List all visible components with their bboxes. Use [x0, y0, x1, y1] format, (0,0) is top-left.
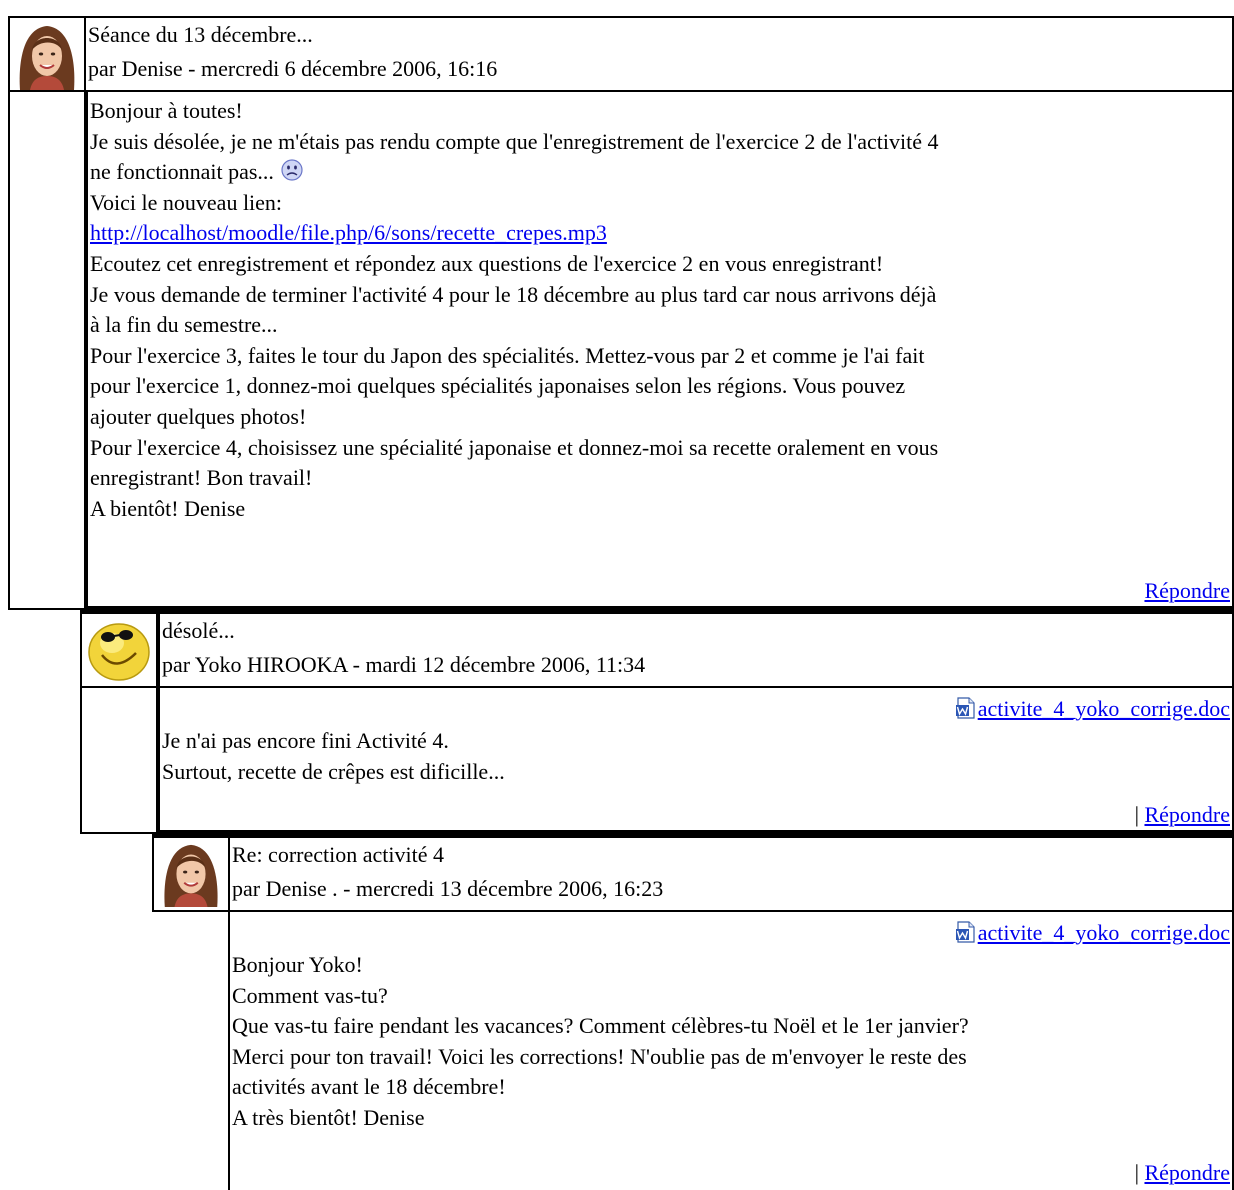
message-line: Je n'ai pas encore fini Activité 4. — [162, 728, 449, 753]
post-body: activite_4_yoko_corrige.doc Je n'ai pas … — [80, 688, 1234, 834]
post-author-line: par Denise - mercredi 6 décembre 2006, 1… — [88, 56, 498, 81]
avatar-cell — [152, 834, 228, 912]
post-commands: Répondre — [1144, 578, 1230, 604]
post-author-line: par Yoko HIROOKA - mardi 12 décembre 200… — [162, 652, 646, 677]
post-message: Bonjour Yoko! Comment vas-tu? Que vas-tu… — [232, 950, 1232, 1134]
attachment-link[interactable]: activite_4_yoko_corrige.doc — [978, 920, 1230, 945]
message-line: Bonjour à toutes! — [90, 98, 243, 123]
message-line: ne fonctionnait pas... — [90, 157, 1232, 188]
message-line: pour l'exercice 1, donnez-moi quelques s… — [90, 373, 906, 399]
attachment-link[interactable]: activite_4_yoko_corrige.doc — [978, 696, 1230, 721]
avatar-cell — [8, 16, 84, 92]
forum-post-2: désolé... par Yoko HIROOKA - mardi 12 dé… — [80, 610, 1234, 834]
word-document-icon — [955, 697, 975, 719]
reply-link[interactable]: Répondre — [1144, 578, 1230, 603]
message-line: http://localhost/moodle/file.php/6/sons/… — [90, 218, 1232, 249]
message-line: Voici le nouveau lien: — [90, 189, 283, 215]
post-content: activite_4_yoko_corrige.doc Je n'ai pas … — [156, 688, 1234, 834]
post-attachment: activite_4_yoko_corrige.doc — [232, 916, 1232, 950]
message-line: Pour l'exercice 4, choisissez une spécia… — [90, 434, 939, 460]
post-topic: Re: correction activité 4 par Denise . -… — [228, 834, 1234, 912]
command-separator: | — [1134, 802, 1139, 827]
post-header: désolé... par Yoko HIROOKA - mardi 12 dé… — [80, 610, 1234, 688]
forum-post-1: Séance du 13 décembre... par Denise - me… — [8, 16, 1234, 610]
post-topic: Séance du 13 décembre... par Denise - me… — [84, 16, 1234, 92]
post-attachment: activite_4_yoko_corrige.doc — [162, 692, 1232, 726]
post-body: activite_4_yoko_corrige.doc Bonjour Yoko… — [152, 912, 1234, 1190]
post-subject: Séance du 13 décembre... — [88, 22, 313, 47]
message-line: Ecoutez cet enregistrement et répondez a… — [90, 250, 884, 276]
audio-file-link[interactable]: http://localhost/moodle/file.php/6/sons/… — [90, 220, 607, 245]
message-text: ne fonctionnait pas... — [90, 159, 274, 185]
message-line: A très bientôt! Denise — [232, 1104, 425, 1130]
post-side-column — [152, 912, 228, 1190]
post-message: Je n'ai pas encore fini Activité 4. Surt… — [162, 726, 1232, 787]
post-side-column — [8, 92, 84, 610]
post-content: Bonjour à toutes! Je suis désolée, je ne… — [84, 92, 1234, 610]
message-line: Comment vas-tu? — [232, 982, 388, 1008]
message-line: Bonjour Yoko! — [232, 952, 363, 977]
post-header: Séance du 13 décembre... par Denise - me… — [8, 16, 1234, 92]
avatar-cell — [80, 610, 156, 688]
post-topic: désolé... par Yoko HIROOKA - mardi 12 dé… — [156, 610, 1234, 688]
command-separator: | — [1134, 1160, 1139, 1185]
sad-face-icon — [281, 159, 304, 181]
message-line: à la fin du semestre... — [90, 312, 278, 338]
post-subject: désolé... — [162, 618, 235, 643]
forum-post-3: Re: correction activité 4 par Denise . -… — [152, 834, 1234, 1190]
message-line: Je vous demande de terminer l'activité 4… — [90, 281, 937, 307]
reply-link[interactable]: Répondre — [1144, 1160, 1230, 1185]
message-line: Pour l'exercice 3, faites le tour du Jap… — [90, 342, 925, 368]
avatar[interactable] — [156, 839, 226, 907]
message-line: Je suis désolée, je ne m'étais pas rendu… — [90, 128, 939, 154]
message-line: Surtout, recette de crêpes est dificille… — [162, 758, 505, 784]
message-line: Que vas-tu faire pendant les vacances? C… — [232, 1013, 969, 1039]
message-line: activités avant le 18 décembre! — [232, 1074, 506, 1100]
post-commands: | Répondre — [1135, 802, 1230, 828]
avatar[interactable] — [12, 20, 82, 90]
post-message: Bonjour à toutes! Je suis désolée, je ne… — [90, 96, 1232, 524]
post-subject: Re: correction activité 4 — [232, 842, 444, 867]
post-side-column — [80, 688, 156, 834]
message-line: Merci pour ton travail! Voici les correc… — [232, 1043, 967, 1069]
message-line: A bientôt! Denise — [90, 495, 246, 521]
post-author-line: par Denise . - mercredi 13 décembre 2006… — [232, 876, 664, 901]
post-header: Re: correction activité 4 par Denise . -… — [152, 834, 1234, 912]
word-document-icon — [955, 921, 975, 943]
avatar[interactable] — [84, 615, 154, 683]
reply-link[interactable]: Répondre — [1144, 802, 1230, 827]
post-body: Bonjour à toutes! Je suis désolée, je ne… — [8, 92, 1234, 610]
message-line: enregistrant! Bon travail! — [90, 465, 313, 491]
post-commands: | Répondre — [1135, 1160, 1230, 1186]
message-line: ajouter quelques photos! — [90, 403, 307, 429]
post-content: activite_4_yoko_corrige.doc Bonjour Yoko… — [228, 912, 1234, 1190]
